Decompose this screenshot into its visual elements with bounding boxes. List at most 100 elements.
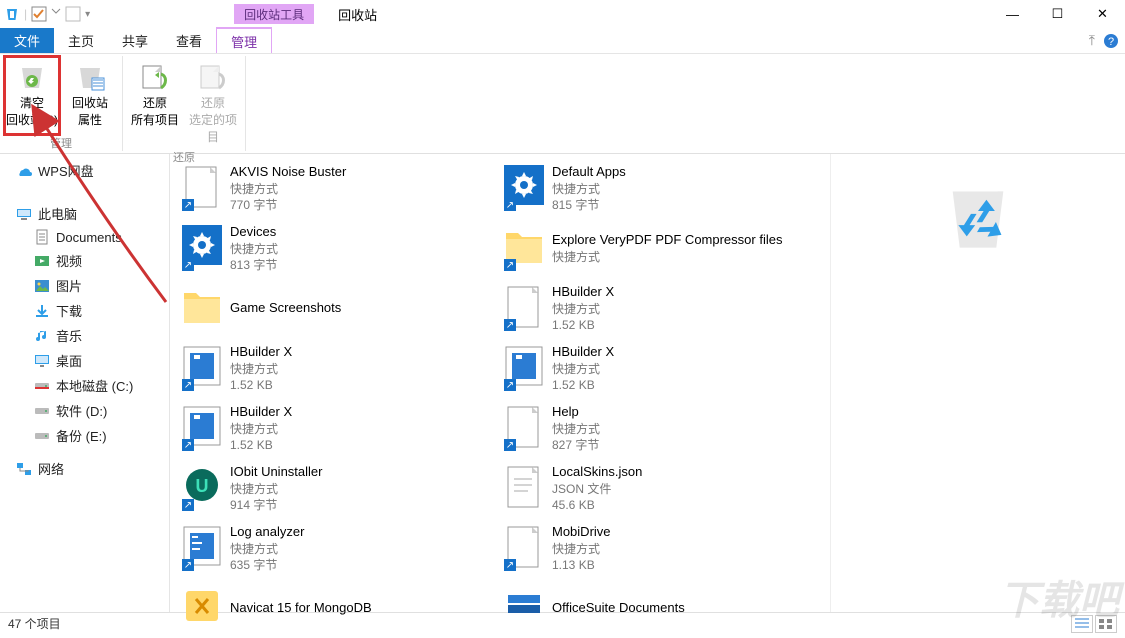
recycle-bin-properties-button[interactable]: 回收站 属性 <box>62 56 118 135</box>
file-item[interactable]: ↗HBuilder X快捷方式1.52 KB <box>178 338 500 398</box>
nav-label: 软件 (D:) <box>56 401 107 420</box>
nav-label: WPS网盘 <box>38 161 94 180</box>
restore-all-button[interactable]: 还原 所有项目 <box>127 56 183 149</box>
blank-icon[interactable] <box>65 6 81 22</box>
file-item[interactable]: ↗Explore VeryPDF PDF Compressor files快捷方… <box>500 218 822 278</box>
navigation-pane[interactable]: WPS网盘此电脑Documents视频图片下载音乐桌面本地磁盘 (C:) 软件 (… <box>0 154 170 612</box>
qat-overflow-icon[interactable]: ▾ <box>85 9 90 20</box>
file-name: Help <box>552 403 600 421</box>
nav-videos[interactable]: 视频 <box>0 248 169 273</box>
svg-text:↗: ↗ <box>184 440 192 451</box>
file-icon: ↗ <box>182 525 222 571</box>
pic-icon <box>34 278 50 294</box>
tab-file[interactable]: 文件 <box>0 28 54 53</box>
file-type: 快捷方式 <box>552 181 626 197</box>
svg-text:?: ? <box>1108 36 1114 48</box>
status-item-count: 47 个项目 <box>8 615 61 632</box>
nav-documents[interactable]: Documents <box>0 226 169 248</box>
titlebar: | ▾ 回收站工具 回收站 — ☐ ✕ <box>0 0 1125 28</box>
nav-pictures[interactable]: 图片 <box>0 273 169 298</box>
video-icon <box>34 253 50 269</box>
net-icon <box>16 461 32 477</box>
divider: | <box>24 7 27 21</box>
file-item[interactable]: LocalSkins.jsonJSON 文件45.6 KB <box>500 458 822 518</box>
file-icon <box>182 585 222 631</box>
file-name: HBuilder X <box>230 343 292 361</box>
file-icon: ↗ <box>504 525 544 571</box>
file-type: 快捷方式 <box>230 421 292 437</box>
close-button[interactable]: ✕ <box>1080 0 1125 28</box>
ribbon-group-label-manage: 管理 <box>50 135 72 151</box>
file-item[interactable]: Game Screenshots <box>178 278 500 338</box>
view-large-button[interactable] <box>1095 615 1117 633</box>
nav-network[interactable]: 网络 <box>0 456 169 481</box>
file-type: 快捷方式 <box>552 361 614 377</box>
view-details-button[interactable] <box>1071 615 1093 633</box>
file-icon: ↗ <box>182 345 222 391</box>
nav-wps[interactable]: WPS网盘 <box>0 158 169 183</box>
window-title: 回收站 <box>338 5 377 24</box>
ribbon-tabs: 文件 主页 共享 查看 管理 ⤒ ? <box>0 28 1125 54</box>
nav-label: 桌面 <box>56 351 82 370</box>
nav-music[interactable]: 音乐 <box>0 323 169 348</box>
file-name: MobiDrive <box>552 523 611 541</box>
nav-thispc[interactable]: 此电脑 <box>0 201 169 226</box>
file-item[interactable]: ↗Devices快捷方式813 字节 <box>178 218 500 278</box>
quick-access-toolbar: | ▾ <box>0 6 94 22</box>
file-name: OfficeSuite Documents <box>552 599 685 617</box>
tab-home[interactable]: 主页 <box>54 28 108 53</box>
file-item[interactable]: ↗MobiDrive快捷方式1.13 KB <box>500 518 822 578</box>
nav-drive-c[interactable]: 本地磁盘 (C:) <box>0 373 169 398</box>
restore-selected-icon <box>197 60 229 92</box>
file-icon <box>182 285 222 331</box>
nav-desktop[interactable]: 桌面 <box>0 348 169 373</box>
tab-share[interactable]: 共享 <box>108 28 162 53</box>
svg-text:U: U <box>196 476 209 496</box>
file-name: Explore VeryPDF PDF Compressor files <box>552 231 782 249</box>
maximize-button[interactable]: ☐ <box>1035 0 1080 28</box>
nav-drive-e[interactable]: 备份 (E:) <box>0 423 169 448</box>
file-icon: ↗ <box>504 285 544 331</box>
minimize-button[interactable]: — <box>990 0 1035 28</box>
drive-icon <box>34 403 50 419</box>
label-line1: 还原 <box>201 94 225 111</box>
file-item[interactable]: ↗AKVIS Noise Buster快捷方式770 字节 <box>178 158 500 218</box>
file-item[interactable]: ↗HBuilder X快捷方式1.52 KB <box>500 338 822 398</box>
file-item[interactable]: ↗Log analyzer快捷方式635 字节 <box>178 518 500 578</box>
file-icon: ↗ <box>504 405 544 451</box>
file-item[interactable]: ↗HBuilder X快捷方式1.52 KB <box>178 398 500 458</box>
label-line1: 还原 <box>143 94 167 111</box>
help-icon[interactable]: ? <box>1103 33 1119 49</box>
nav-downloads[interactable]: 下载 <box>0 298 169 323</box>
file-size: 770 字节 <box>230 197 346 213</box>
empty-recycle-bin-button[interactable]: 清空 回收站(B) <box>4 56 60 135</box>
file-item[interactable]: U↗IObit Uninstaller快捷方式914 字节 <box>178 458 500 518</box>
nav-label: 音乐 <box>56 326 82 345</box>
file-name: Game Screenshots <box>230 299 341 317</box>
music-icon <box>34 328 50 344</box>
tab-view[interactable]: 查看 <box>162 28 216 53</box>
file-item[interactable]: Navicat 15 for MongoDB <box>178 578 500 638</box>
svg-text:↗: ↗ <box>506 440 514 451</box>
file-type: 快捷方式 <box>552 541 611 557</box>
file-item[interactable]: ↗Default Apps快捷方式815 字节 <box>500 158 822 218</box>
tab-manage[interactable]: 管理 <box>216 27 272 53</box>
file-name: IObit Uninstaller <box>230 463 322 481</box>
svg-text:↗: ↗ <box>506 380 514 391</box>
cloud-icon <box>16 163 32 179</box>
label-line1: 清空 <box>20 94 44 111</box>
file-item[interactable]: ↗Help快捷方式827 字节 <box>500 398 822 458</box>
file-name: Log analyzer <box>230 523 304 541</box>
ribbon-collapse-icon[interactable]: ⤒ <box>1089 32 1095 49</box>
file-item[interactable]: ↗HBuilder X快捷方式1.52 KB <box>500 278 822 338</box>
dropdown-icon[interactable] <box>51 6 61 22</box>
file-item[interactable]: OfficeSuite Documents <box>500 578 822 638</box>
checkbox-checked-icon[interactable] <box>31 6 47 22</box>
nav-drive-d[interactable]: 软件 (D:) <box>0 398 169 423</box>
files-grid[interactable]: ↗AKVIS Noise Buster快捷方式770 字节↗Default Ap… <box>170 154 830 612</box>
file-name: HBuilder X <box>552 283 614 301</box>
download-icon <box>34 303 50 319</box>
restore-selected-button: 还原 选定的项目 <box>185 56 241 149</box>
context-tab-header: 回收站工具 <box>234 4 314 24</box>
file-size: 815 字节 <box>552 197 626 213</box>
